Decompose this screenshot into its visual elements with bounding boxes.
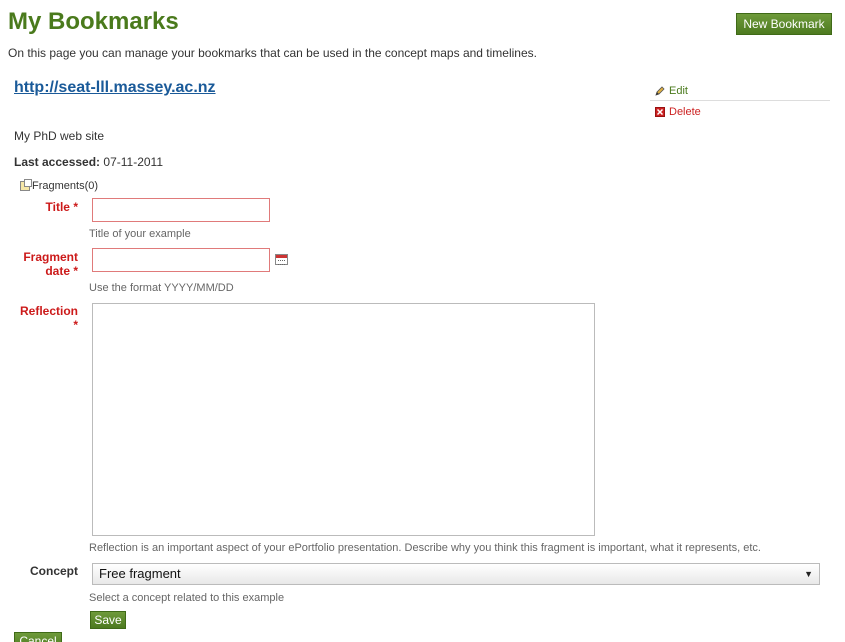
fragment-date-help: Use the format YYYY/MM/DD xyxy=(89,282,234,294)
fragments-toggle[interactable]: Fragments(0) xyxy=(20,179,99,192)
delete-x-icon xyxy=(655,107,665,117)
fragment-date-label-line1: Fragment xyxy=(23,250,78,264)
concept-help: Select a concept related to this example xyxy=(89,592,285,604)
reflection-textarea[interactable] xyxy=(92,303,595,536)
bookmark-actions: Edit Delete xyxy=(650,82,830,121)
fragment-date-label-line2: date * xyxy=(45,264,78,278)
last-accessed: Last accessed: 07-11-2011 xyxy=(14,155,163,169)
new-bookmark-button[interactable]: New Bookmark xyxy=(736,13,832,35)
edit-link[interactable]: Edit xyxy=(650,82,830,101)
fragment-date-label: Fragment date * xyxy=(10,250,78,278)
save-button[interactable]: Save xyxy=(90,611,126,629)
pencil-icon xyxy=(655,86,665,96)
title-label: Title * xyxy=(45,200,78,214)
reflection-label-line1: Reflection xyxy=(19,304,78,318)
fragments-label: Fragments(0) xyxy=(32,180,99,192)
dropdown-arrow-icon: ▼ xyxy=(804,569,813,579)
reflection-label: Reflection * xyxy=(10,304,78,332)
bookmark-description: My PhD web site xyxy=(14,129,105,143)
page-title: My Bookmarks xyxy=(8,8,179,35)
reflection-help: Reflection is an important aspect of you… xyxy=(89,542,761,554)
title-help: Title of your example xyxy=(89,228,191,240)
delete-link[interactable]: Delete xyxy=(650,103,830,121)
last-accessed-value: 07-11-2011 xyxy=(103,155,164,169)
cancel-button[interactable]: Cancel xyxy=(14,632,62,642)
title-input[interactable] xyxy=(92,198,270,222)
last-accessed-label: Last accessed: xyxy=(14,155,101,169)
fragments-icon xyxy=(20,179,32,191)
concept-select[interactable]: Free fragment ▼ xyxy=(92,563,820,585)
bookmark-url-link[interactable]: http://seat-lll.massey.ac.nz xyxy=(14,79,216,97)
concept-label: Concept xyxy=(30,564,78,578)
concept-selected-value: Free fragment xyxy=(99,566,181,581)
reflection-label-line2: * xyxy=(73,318,78,332)
edit-label: Edit xyxy=(669,85,688,97)
calendar-icon[interactable] xyxy=(275,254,288,265)
page-intro: On this page you can manage your bookmar… xyxy=(8,46,537,60)
fragment-date-input[interactable] xyxy=(92,248,270,272)
delete-label: Delete xyxy=(669,106,701,118)
